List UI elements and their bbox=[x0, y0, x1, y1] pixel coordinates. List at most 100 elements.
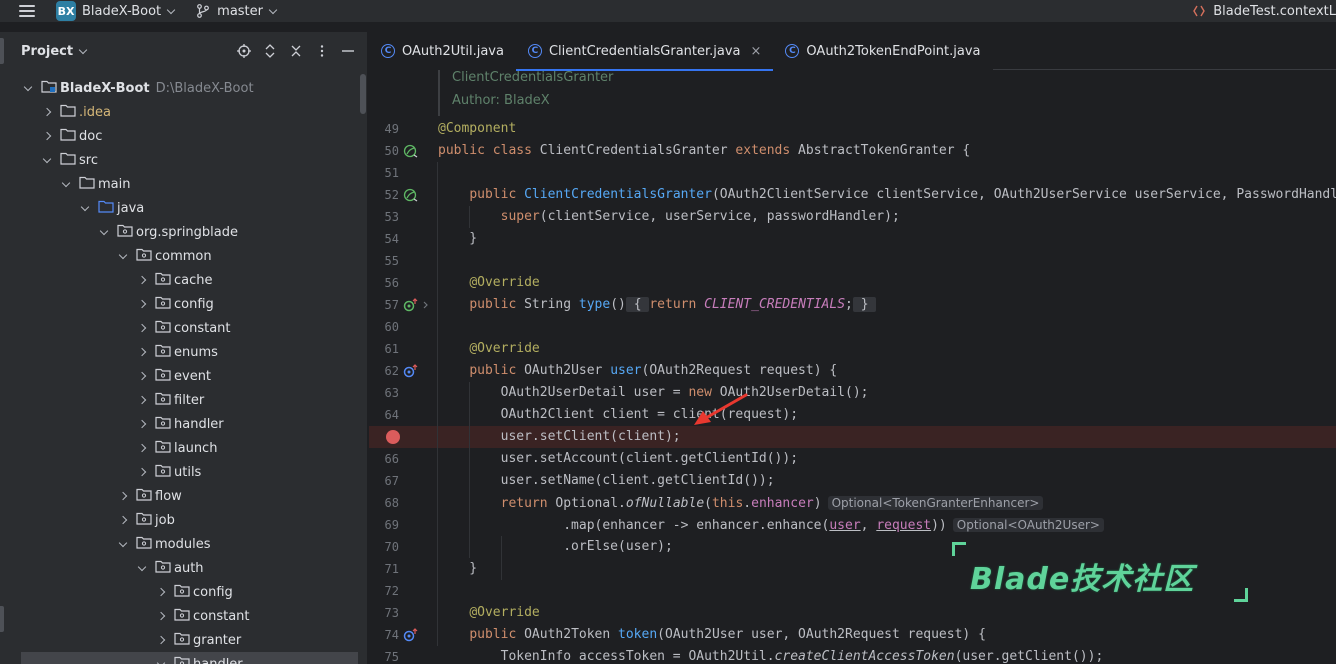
tab-oauth2tokenendpoint-java[interactable]: C OAuth2TokenEndPoint.java bbox=[773, 32, 993, 70]
tree-item-enums[interactable]: enums bbox=[0, 340, 358, 364]
chevron-down-icon[interactable] bbox=[268, 5, 278, 14]
chevron-right-icon[interactable] bbox=[135, 465, 149, 479]
code-line[interactable]: 62 public OAuth2User user(OAuth2Request … bbox=[369, 360, 1336, 382]
tree-item-main[interactable]: main bbox=[0, 172, 358, 196]
chevron-right-icon[interactable] bbox=[154, 585, 168, 599]
hide-panel-icon[interactable] bbox=[341, 44, 355, 58]
code-line[interactable]: 55 bbox=[369, 250, 1336, 272]
tree-item-constant[interactable]: constant bbox=[0, 316, 358, 340]
tree-item--idea[interactable]: .idea bbox=[0, 100, 358, 124]
code-text[interactable]: } bbox=[438, 228, 477, 250]
chevron-right-icon[interactable] bbox=[135, 297, 149, 311]
tab-clientcredentialsgranter-java[interactable]: C ClientCredentialsGranter.java × bbox=[515, 32, 774, 71]
chevron-down-icon[interactable] bbox=[78, 45, 88, 54]
code-line[interactable]: 51 bbox=[369, 162, 1336, 184]
code-line[interactable]: 61 @Override bbox=[369, 338, 1336, 360]
line-number[interactable]: 67 bbox=[369, 470, 399, 492]
code-text[interactable]: public class ClientCredentialsGranter ex… bbox=[438, 140, 970, 162]
code-text[interactable]: super(clientService, userService, passwo… bbox=[438, 206, 900, 228]
branch-switcher[interactable]: master bbox=[217, 4, 263, 19]
code-line[interactable]: 66 user.setAccount(client.getClientId())… bbox=[369, 448, 1336, 470]
code-line[interactable]: 60 bbox=[369, 316, 1336, 338]
code-text[interactable]: @Component bbox=[438, 118, 516, 140]
line-number[interactable]: 53 bbox=[369, 206, 399, 228]
main-menu-icon[interactable] bbox=[19, 5, 35, 17]
tree-item-src[interactable]: src bbox=[0, 148, 358, 172]
tree-item-flow[interactable]: flow bbox=[0, 484, 358, 508]
chevron-right-icon[interactable] bbox=[135, 273, 149, 287]
line-number[interactable]: 55 bbox=[369, 250, 399, 272]
tree-item-auth[interactable]: auth bbox=[0, 556, 358, 580]
chevron-right-icon[interactable] bbox=[154, 633, 168, 647]
code-line[interactable]: 63 OAuth2UserDetail user = new OAuth2Use… bbox=[369, 382, 1336, 404]
tree-item-event[interactable]: event bbox=[0, 364, 358, 388]
line-number[interactable]: 75 bbox=[369, 646, 399, 664]
spring-bean-icon[interactable] bbox=[403, 188, 419, 202]
code-text[interactable]: return Optional.ofNullable(this.enhancer… bbox=[438, 492, 1044, 515]
chevron-right-icon[interactable] bbox=[40, 129, 54, 143]
chevron-down-icon[interactable] bbox=[166, 5, 176, 14]
code-text[interactable]: user.setAccount(client.getClientId()); bbox=[438, 448, 798, 470]
code-text[interactable]: .orElse(user); bbox=[438, 536, 673, 558]
tree-item-filter[interactable]: filter bbox=[0, 388, 358, 412]
tree-item-common[interactable]: common bbox=[0, 244, 358, 268]
implements-method-icon[interactable] bbox=[403, 298, 431, 312]
line-number[interactable]: 73 bbox=[369, 602, 399, 624]
code-line[interactable]: 68 return Optional.ofNullable(this.enhan… bbox=[369, 492, 1336, 514]
close-tab-icon[interactable]: × bbox=[751, 44, 762, 59]
line-number[interactable]: 54 bbox=[369, 228, 399, 250]
code-line[interactable]: 69 .map(enhancer -> enhancer.enhance(use… bbox=[369, 514, 1336, 536]
tree-item-constant[interactable]: constant bbox=[0, 604, 358, 628]
tree-item-config[interactable]: config bbox=[0, 580, 358, 604]
line-number[interactable]: 52 bbox=[369, 184, 399, 206]
tree-item-bladex-boot[interactable]: BladeX-Boot D:\BladeX-Boot bbox=[0, 76, 358, 100]
code-text[interactable]: @Override bbox=[438, 272, 539, 294]
line-number[interactable]: 71 bbox=[369, 558, 399, 580]
line-number[interactable]: 56 bbox=[369, 272, 399, 294]
expand-collapse-icon[interactable] bbox=[263, 44, 277, 58]
line-number[interactable]: 63 bbox=[369, 382, 399, 404]
tree-item-granter[interactable]: granter bbox=[0, 628, 358, 652]
line-number[interactable]: 50 bbox=[369, 140, 399, 162]
line-number[interactable]: 66 bbox=[369, 448, 399, 470]
code-line-breakpoint[interactable]: user.setClient(client); bbox=[369, 426, 1336, 448]
code-line[interactable]: 56 @Override bbox=[369, 272, 1336, 294]
line-number[interactable]: 64 bbox=[369, 404, 399, 426]
code-line[interactable]: 54 } bbox=[369, 228, 1336, 250]
tree-item-handler[interactable]: handler bbox=[21, 652, 358, 664]
tab-oauth2util-java[interactable]: C OAuth2Util.java bbox=[369, 32, 516, 70]
line-number[interactable]: 70 bbox=[369, 536, 399, 558]
tree-item-doc[interactable]: doc bbox=[0, 124, 358, 148]
spring-bean-icon[interactable] bbox=[403, 144, 419, 158]
code-text[interactable]: user.setClient(client); bbox=[438, 426, 681, 448]
chevron-down-icon[interactable] bbox=[154, 657, 168, 664]
line-number[interactable]: 61 bbox=[369, 338, 399, 360]
code-text[interactable]: @Override bbox=[438, 338, 539, 360]
chevron-right-icon[interactable] bbox=[135, 417, 149, 431]
code-text[interactable]: OAuth2UserDetail user = new OAuth2UserDe… bbox=[438, 382, 869, 404]
line-number[interactable]: 49 bbox=[369, 118, 399, 140]
chevron-down-icon[interactable] bbox=[116, 249, 130, 263]
line-number[interactable]: 68 bbox=[369, 492, 399, 514]
chevron-right-icon[interactable] bbox=[154, 609, 168, 623]
chevron-down-icon[interactable] bbox=[135, 561, 149, 575]
line-number[interactable]: 62 bbox=[369, 360, 399, 382]
tree-item-modules[interactable]: modules bbox=[0, 532, 358, 556]
chevron-right-icon[interactable] bbox=[135, 369, 149, 383]
locate-file-icon[interactable] bbox=[237, 44, 251, 58]
chevron-down-icon[interactable] bbox=[59, 177, 73, 191]
tree-scrollbar[interactable] bbox=[360, 74, 366, 114]
chevron-down-icon[interactable] bbox=[78, 201, 92, 215]
code-text[interactable]: @Override bbox=[438, 602, 539, 624]
tree-item-launch[interactable]: launch bbox=[0, 436, 358, 460]
code-line[interactable]: 57 public String type() { return CLIENT_… bbox=[369, 294, 1336, 316]
code-line[interactable]: 74 public OAuth2Token token(OAuth2User u… bbox=[369, 624, 1336, 646]
overrides-method-icon[interactable] bbox=[403, 628, 419, 642]
chevron-right-icon[interactable] bbox=[116, 489, 130, 503]
chevron-right-icon[interactable] bbox=[135, 345, 149, 359]
tree-item-handler[interactable]: handler bbox=[0, 412, 358, 436]
more-options-icon[interactable] bbox=[315, 44, 329, 58]
stripe-marker[interactable] bbox=[0, 38, 4, 64]
tree-item-cache[interactable]: cache bbox=[0, 268, 358, 292]
tree-item-utils[interactable]: utils bbox=[0, 460, 358, 484]
